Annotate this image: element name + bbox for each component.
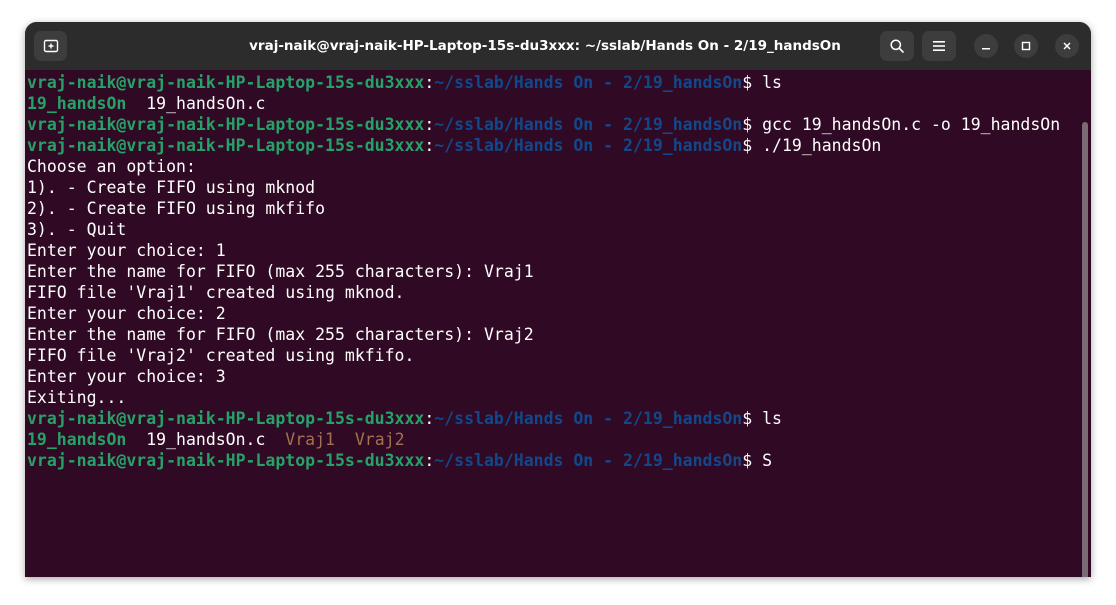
terminal-line: vraj-naik@vraj-naik-HP-Laptop-15s-du3xxx… xyxy=(27,450,1060,471)
terminal-line: Enter your choice: 2 xyxy=(27,303,1060,324)
terminal-line: vraj-naik@vraj-naik-HP-Laptop-15s-du3xxx… xyxy=(27,135,1060,156)
output-text: : xyxy=(424,73,435,92)
terminal-line: 19_handsOn 19_handsOn.c Vraj1 Vraj2 xyxy=(27,429,1060,450)
prompt-user: vraj-naik@vraj-naik-HP-Laptop-15s-du3xxx xyxy=(27,451,425,470)
output-text: Exiting... xyxy=(27,388,127,407)
search-icon xyxy=(890,39,904,53)
output-text: : xyxy=(424,115,435,134)
terminal-line: Enter your choice: 3 xyxy=(27,366,1060,387)
terminal-line: 2). - Create FIFO using mkfifo xyxy=(27,198,1060,219)
terminal-line: 1). - Create FIFO using mknod xyxy=(27,177,1060,198)
directory-entry: 19_handsOn xyxy=(27,94,127,113)
menu-button[interactable] xyxy=(922,31,956,61)
prompt-path: ~/sslab/Hands On - 2/19_handsOn xyxy=(434,115,743,134)
terminal-line: FIFO file 'Vraj2' created using mkfifo. xyxy=(27,345,1060,366)
new-tab-button[interactable] xyxy=(34,31,67,61)
terminal-window: vraj-naik@vraj-naik-HP-Laptop-15s-du3xxx… xyxy=(25,22,1091,577)
prompt-user: vraj-naik@vraj-naik-HP-Laptop-15s-du3xxx xyxy=(27,115,425,134)
fifo-entry: Vraj1 xyxy=(285,430,335,449)
output-text: Enter your choice: 2 xyxy=(27,304,226,323)
window-title: vraj-naik@vraj-naik-HP-Laptop-15s-du3xxx… xyxy=(249,38,841,54)
prompt-path: ~/sslab/Hands On - 2/19_handsOn xyxy=(434,409,743,428)
scrollbar[interactable] xyxy=(1082,122,1088,577)
terminal-lines: vraj-naik@vraj-naik-HP-Laptop-15s-du3xxx… xyxy=(27,72,1060,471)
output-text: : xyxy=(424,136,435,155)
prompt-user: vraj-naik@vraj-naik-HP-Laptop-15s-du3xxx xyxy=(27,136,425,155)
command-text: $ S xyxy=(742,451,773,470)
terminal-line: Choose an option: xyxy=(27,156,1060,177)
command-text: $ ls xyxy=(742,409,782,428)
output-text: FIFO file 'Vraj2' created using mkfifo. xyxy=(27,346,415,365)
command-text: $ ./19_handsOn xyxy=(742,136,882,155)
terminal-line: Exiting... xyxy=(27,387,1060,408)
output-text: 19_handsOn.c xyxy=(126,430,286,449)
output-text: Enter the name for FIFO (max 255 charact… xyxy=(27,325,534,344)
terminal-line: vraj-naik@vraj-naik-HP-Laptop-15s-du3xxx… xyxy=(27,114,1060,135)
minimize-button[interactable] xyxy=(974,34,998,58)
minimize-icon xyxy=(982,48,990,50)
terminal-line: 19_handsOn 19_handsOn.c xyxy=(27,93,1060,114)
output-text: 19_handsOn.c xyxy=(126,94,266,113)
close-icon xyxy=(1063,42,1071,50)
close-button[interactable] xyxy=(1055,34,1079,58)
maximize-icon xyxy=(1021,41,1031,51)
terminal-line: Enter the name for FIFO (max 255 charact… xyxy=(27,324,1060,345)
output-text: FIFO file 'Vraj1' created using mknod. xyxy=(27,283,405,302)
terminal-line: FIFO file 'Vraj1' created using mknod. xyxy=(27,282,1060,303)
hamburger-menu-icon xyxy=(933,41,945,51)
output-text: 3). - Quit xyxy=(27,220,127,239)
command-text: $ ls xyxy=(742,73,782,92)
output-text: Enter your choice: 1 xyxy=(27,241,226,260)
terminal-line: vraj-naik@vraj-naik-HP-Laptop-15s-du3xxx… xyxy=(27,408,1060,429)
output-text: 2). - Create FIFO using mkfifo xyxy=(27,199,326,218)
terminal-line: 3). - Quit xyxy=(27,219,1060,240)
search-button[interactable] xyxy=(880,31,914,61)
command-text: $ gcc 19_handsOn.c -o 19_handsOn xyxy=(742,115,1061,134)
output-text: Choose an option: xyxy=(27,157,196,176)
output-text: : xyxy=(424,451,435,470)
terminal-line: Enter your choice: 1 xyxy=(27,240,1060,261)
output-text: Enter your choice: 3 xyxy=(27,367,226,386)
prompt-user: vraj-naik@vraj-naik-HP-Laptop-15s-du3xxx xyxy=(27,73,425,92)
terminal-line: vraj-naik@vraj-naik-HP-Laptop-15s-du3xxx… xyxy=(27,72,1060,93)
prompt-path: ~/sslab/Hands On - 2/19_handsOn xyxy=(434,136,743,155)
output-text: Enter the name for FIFO (max 255 charact… xyxy=(27,262,534,281)
prompt-user: vraj-naik@vraj-naik-HP-Laptop-15s-du3xxx xyxy=(27,409,425,428)
terminal-output[interactable]: vraj-naik@vraj-naik-HP-Laptop-15s-du3xxx… xyxy=(25,70,1091,577)
terminal-line: Enter the name for FIFO (max 255 charact… xyxy=(27,261,1060,282)
fifo-entry: Vraj2 xyxy=(354,430,405,449)
title-bar: vraj-naik@vraj-naik-HP-Laptop-15s-du3xxx… xyxy=(25,22,1091,70)
output-text: 1). - Create FIFO using mknod xyxy=(27,178,316,197)
maximize-button[interactable] xyxy=(1014,34,1038,58)
prompt-path: ~/sslab/Hands On - 2/19_handsOn xyxy=(434,73,743,92)
directory-entry: 19_handsOn xyxy=(27,430,127,449)
output-text: : xyxy=(424,409,435,428)
prompt-path: ~/sslab/Hands On - 2/19_handsOn xyxy=(434,451,743,470)
new-tab-icon xyxy=(43,39,58,53)
